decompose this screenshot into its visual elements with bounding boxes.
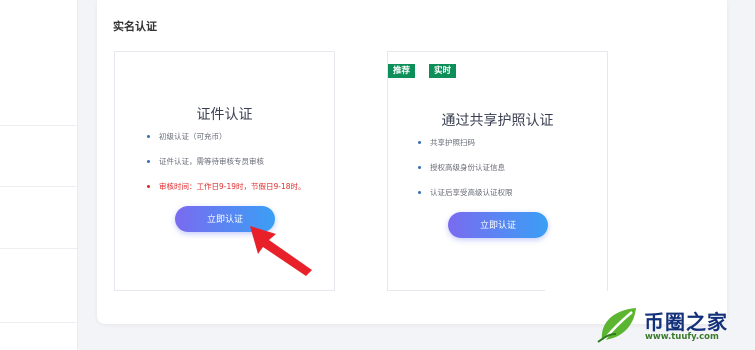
watermark-logo: 币圈之家 www.tuufy.com bbox=[596, 300, 746, 346]
card-title: 证件认证 bbox=[196, 107, 253, 123]
watermark-brand: 币圈之家 bbox=[644, 310, 728, 334]
list-item: 共享护照扫码 bbox=[418, 138, 513, 163]
passport-verification-card: 通过共享护照认证 共享护照扫码 授权高级身份认证信息 认证后享受高级认证权限 立… bbox=[387, 51, 608, 291]
leaf-logo-icon bbox=[597, 308, 636, 343]
sidebar-border bbox=[77, 0, 78, 350]
realtime-badge: 实时 bbox=[429, 64, 457, 78]
list-item: 证件认证，需等待审核专员审核 bbox=[147, 157, 306, 182]
sidebar-divider bbox=[0, 322, 78, 323]
feature-list: 初级认证（可充币） 证件认证，需等待审核专员审核 审核时间：工作日9-19时，节… bbox=[147, 132, 306, 207]
red-arrow-icon bbox=[250, 226, 312, 276]
recommend-badge: 推荐 bbox=[388, 64, 416, 78]
feature-list: 共享护照扫码 授权高级身份认证信息 认证后享受高级认证权限 bbox=[418, 138, 513, 213]
left-sidebar bbox=[0, 0, 78, 350]
sidebar-divider bbox=[0, 125, 78, 126]
list-item: 初级认证（可充币） bbox=[147, 132, 306, 157]
section-title: 实名认证 bbox=[113, 20, 157, 33]
card-title: 通过共享护照认证 bbox=[441, 113, 554, 129]
list-item: 授权高级身份认证信息 bbox=[418, 163, 513, 188]
verify-now-button[interactable]: 立即认证 bbox=[448, 212, 548, 238]
list-item: 认证后享受高级认证权限 bbox=[418, 188, 513, 213]
review-time-notice: 审核时间：工作日9-19时，节假日9-18时。 bbox=[147, 182, 306, 207]
sidebar-divider bbox=[0, 186, 78, 187]
watermark-url: www.tuufy.com bbox=[645, 332, 719, 342]
sidebar-divider bbox=[0, 248, 78, 249]
